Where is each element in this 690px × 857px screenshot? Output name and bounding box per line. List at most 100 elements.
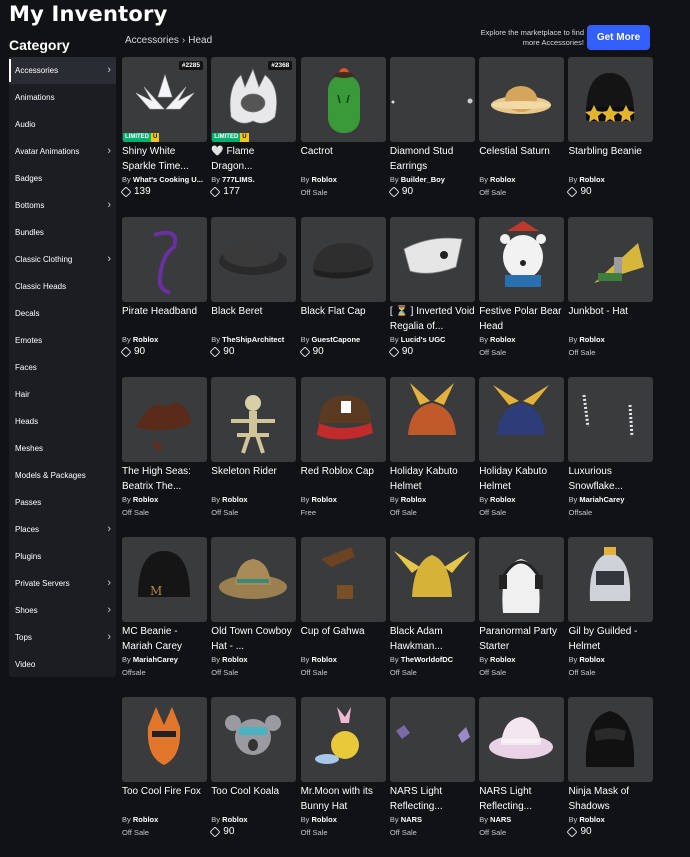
inventory-item-card[interactable]: #2368 LIMITED U 🤍 Flame Dragon... By 777LIMS… [209,57,297,217]
inventory-item-card[interactable]: Black Adam Hawkman... By TheWorldofDC Off … [389,537,475,697]
sidebar-item-plugins[interactable]: Plugins [9,543,116,570]
inventory-item-card[interactable]: Starbling Beanie By Roblox 90 [566,57,654,217]
item-thumbnail[interactable] [568,217,654,302]
item-name[interactable]: Diamond Stud Earrings [390,144,475,174]
item-name[interactable]: NARS Light Reflecting... [390,784,475,814]
sidebar-item-meshes[interactable]: Meshes [9,435,116,462]
inventory-item-card[interactable]: M MC Beanie - Mariah Carey By MariahCarey O… [122,537,207,697]
item-thumbnail[interactable] [479,217,565,302]
inventory-item-card[interactable]: Too Cool Koala By Roblox 90 [209,697,297,857]
item-name[interactable]: Black Adam Hawkman... [390,624,475,654]
sidebar-item-bundles[interactable]: Bundles [9,219,116,246]
item-thumbnail[interactable] [211,537,297,622]
item-name[interactable]: Too Cool Fire Fox [122,784,207,814]
item-thumbnail[interactable] [389,377,475,462]
inventory-item-card[interactable]: Too Cool Fire Fox By Roblox Off Sale [122,697,207,857]
inventory-item-card[interactable]: Holiday Kabuto Helmet By Roblox Off Sale [479,377,565,537]
sidebar-item-animations[interactable]: Animations [9,84,116,111]
inventory-item-card[interactable]: The High Seas: Beatrix The... By Roblox Of… [122,377,207,537]
sidebar-item-heads[interactable]: Heads [9,408,116,435]
item-name[interactable]: Mr.Moon with its Bunny Hat [301,784,386,814]
item-name[interactable]: Black Beret [211,304,296,334]
inventory-item-card[interactable]: NARS Light Reflecting... By NARS Off Sale [479,697,565,857]
item-thumbnail[interactable] [479,57,565,142]
creator-name[interactable]: Roblox [311,175,336,184]
item-thumbnail[interactable] [122,377,207,462]
item-name[interactable]: Red Roblox Cap [301,464,386,494]
item-thumbnail[interactable] [300,537,386,622]
item-thumbnail[interactable] [211,377,297,462]
inventory-item-card[interactable]: Cup of Gahwa By Roblox Off Sale [300,537,386,697]
creator-name[interactable]: Roblox [401,495,426,504]
sidebar-item-faces[interactable]: Faces [9,354,116,381]
inventory-item-card[interactable]: Red Roblox Cap By Roblox Free [300,377,386,537]
sidebar-item-video[interactable]: Video [9,651,116,678]
item-name[interactable]: Paranormal Party Starter [479,624,564,654]
inventory-item-card[interactable]: Old Town Cowboy Hat - ... By Roblox Off Sa… [211,537,297,697]
item-thumbnail[interactable] [568,697,654,782]
item-name[interactable]: Old Town Cowboy Hat - ... [211,624,296,654]
item-name[interactable]: The High Seas: Beatrix The... [122,464,207,494]
creator-name[interactable]: What's Cooking U... [133,175,203,184]
creator-name[interactable]: MariahCarey [133,655,178,664]
inventory-item-card[interactable]: Celestial Saturn By Roblox Off Sale [479,57,565,217]
item-thumbnail[interactable] [479,537,565,622]
sidebar-item-tops[interactable]: Tops › [9,624,116,651]
sidebar-item-bottoms[interactable]: Bottoms › [9,192,116,219]
creator-name[interactable]: Roblox [311,815,336,824]
inventory-item-card[interactable]: Diamond Stud Earrings By Builder_Boy 90 [388,57,475,217]
item-thumbnail[interactable] [568,537,654,622]
inventory-item-card[interactable]: Luxurious Snowflake... By MariahCarey Offs… [568,377,654,537]
creator-name[interactable]: Roblox [579,335,604,344]
item-name[interactable]: NARS Light Reflecting... [479,784,564,814]
item-thumbnail[interactable] [300,57,386,142]
get-more-button[interactable]: Get More [587,25,650,50]
item-name[interactable]: Black Flat Cap [301,304,386,334]
sidebar-item-passes[interactable]: Passes [9,489,116,516]
item-name[interactable]: Ninja Mask of Shadows [568,784,653,814]
inventory-item-card[interactable]: Cactrot By Roblox Off Sale [300,57,386,217]
item-name[interactable]: Holiday Kabuto Helmet [479,464,564,494]
item-name[interactable]: Celestial Saturn [479,144,564,174]
sidebar-item-shoes[interactable]: Shoes › [9,597,116,624]
item-thumbnail[interactable] [211,697,297,782]
sidebar-item-avatar-animations[interactable]: Avatar Animations › [9,138,116,165]
item-thumbnail[interactable]: M [122,537,207,622]
item-thumbnail[interactable] [568,57,654,142]
inventory-item-card[interactable]: #2285 LIMITED U Shiny White Sparkle Time...… [120,57,207,217]
item-thumbnail[interactable] [479,377,565,462]
inventory-item-card[interactable]: Black Beret By TheShipArchitect 90 [209,217,297,377]
item-thumbnail[interactable] [300,697,386,782]
creator-name[interactable]: Roblox [311,495,336,504]
item-name[interactable]: Junkbot - Hat [568,304,653,334]
creator-name[interactable]: NARS [401,815,422,824]
sidebar-item-badges[interactable]: Badges [9,165,116,192]
inventory-item-card[interactable]: Ninja Mask of Shadows By Roblox 90 [566,697,654,857]
creator-name[interactable]: Roblox [490,175,515,184]
creator-name[interactable]: Roblox [222,495,247,504]
item-name[interactable]: Too Cool Koala [211,784,296,814]
inventory-item-card[interactable]: Festive Polar Bear Head By Roblox Off Sale [479,217,565,377]
creator-name[interactable]: GuestCapone [311,335,360,344]
item-name[interactable]: Shiny White Sparkle Time... [122,144,207,174]
creator-name[interactable]: Roblox [133,335,158,344]
inventory-item-card[interactable]: Black Flat Cap By GuestCapone 90 [298,217,386,377]
sidebar-item-hair[interactable]: Hair [9,381,116,408]
sidebar-item-places[interactable]: Places › [9,516,116,543]
item-name[interactable]: Starbling Beanie [568,144,653,174]
sidebar-item-private-servers[interactable]: Private Servers › [9,570,116,597]
item-name[interactable]: Cactrot [301,144,386,174]
item-thumbnail[interactable] [568,377,654,462]
sidebar-item-decals[interactable]: Decals [9,300,116,327]
item-name[interactable]: Holiday Kabuto Helmet [390,464,475,494]
creator-name[interactable]: Roblox [579,655,604,664]
inventory-item-card[interactable]: Pirate Headband By Roblox 90 [120,217,207,377]
breadcrumb-parent[interactable]: Accessories [125,35,179,46]
item-thumbnail[interactable] [389,537,475,622]
creator-name[interactable]: Roblox [133,815,158,824]
creator-name[interactable]: TheShipArchitect [222,335,284,344]
item-name[interactable]: Luxurious Snowflake... [568,464,653,494]
item-name[interactable]: [ ⏳ ] Inverted Void Regalia of... [390,304,475,334]
item-thumbnail[interactable]: #2285 LIMITED U [122,57,207,142]
item-name[interactable]: Gil by Guilded - Helmet [568,624,653,654]
